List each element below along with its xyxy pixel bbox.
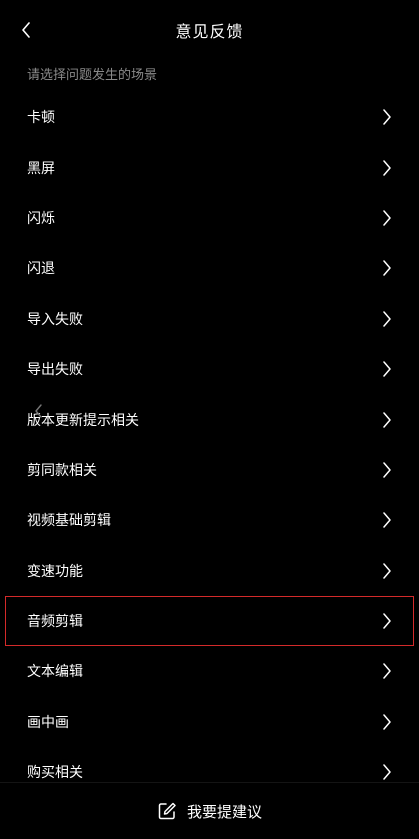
list-item-label: 卡顿 [27,110,55,127]
list-item-label: 购买相关 [27,765,83,782]
chevron-right-icon [383,562,391,579]
chevron-right-icon [383,260,391,277]
list-item[interactable]: 视频基础剪辑 [0,495,419,545]
edit-icon [158,802,176,820]
list-item-label: 画中画 [27,714,69,731]
list-item-label: 黑屏 [27,160,55,177]
chevron-right-icon [383,109,391,125]
chevron-right-icon [383,210,391,226]
list-item-label: 剪同款相关 [27,462,97,479]
list-item[interactable]: 导入失败 [0,294,419,344]
list-item[interactable]: 文本编辑 [0,646,419,696]
list-item[interactable]: 版本更新提示相关 [0,394,419,444]
list-item[interactable]: 画中画 [0,697,419,747]
chevron-right-icon [383,512,391,529]
suggest-button[interactable]: 我要提建议 [0,783,419,839]
chevron-right-icon [383,613,391,629]
footer: 我要提建议 [0,782,419,839]
list-item-selected[interactable]: 音频剪辑 [5,595,414,647]
chevron-right-icon [383,663,391,680]
list-item-label: 闪退 [27,261,55,278]
chevron-right-icon [383,714,391,730]
list-item[interactable]: 导出失败 [0,344,419,394]
page-title: 意见反馈 [175,22,244,41]
list-item[interactable]: 闪退 [0,243,419,293]
list-item-label: 导出失败 [27,362,83,379]
chevron-right-icon [383,411,391,428]
chevron-right-icon [383,462,391,478]
list-item-label: 文本编辑 [27,664,83,681]
list-item[interactable]: 闪烁 [0,193,419,243]
scene-list: 卡顿 黑屏 闪烁 闪退 导入失败 导出失败 版本更新提示相关 剪同款相关 视频基… [0,92,419,797]
scene-hint: 请选择问题发生的场景 [27,68,158,83]
list-item-label: 变速功能 [27,563,83,580]
list-item-label: 闪烁 [27,210,55,227]
list-item[interactable]: 卡顿 [0,92,419,142]
list-item[interactable]: 剪同款相关 [0,445,419,495]
list-item-label: 视频基础剪辑 [27,513,111,530]
chevron-right-icon [383,361,391,377]
list-item[interactable]: 变速功能 [0,546,419,596]
suggest-button-label: 我要提建议 [186,802,262,821]
chevron-right-icon [383,764,391,781]
list-item[interactable]: 黑屏 [0,142,419,192]
chevron-right-icon [383,311,391,327]
list-item-label: 导入失败 [27,311,83,328]
chevron-right-icon [383,159,391,176]
header: 意见反馈 [0,0,419,60]
faint-chevron-left-icon [35,404,42,418]
list-item-label: 音频剪辑 [27,614,83,631]
